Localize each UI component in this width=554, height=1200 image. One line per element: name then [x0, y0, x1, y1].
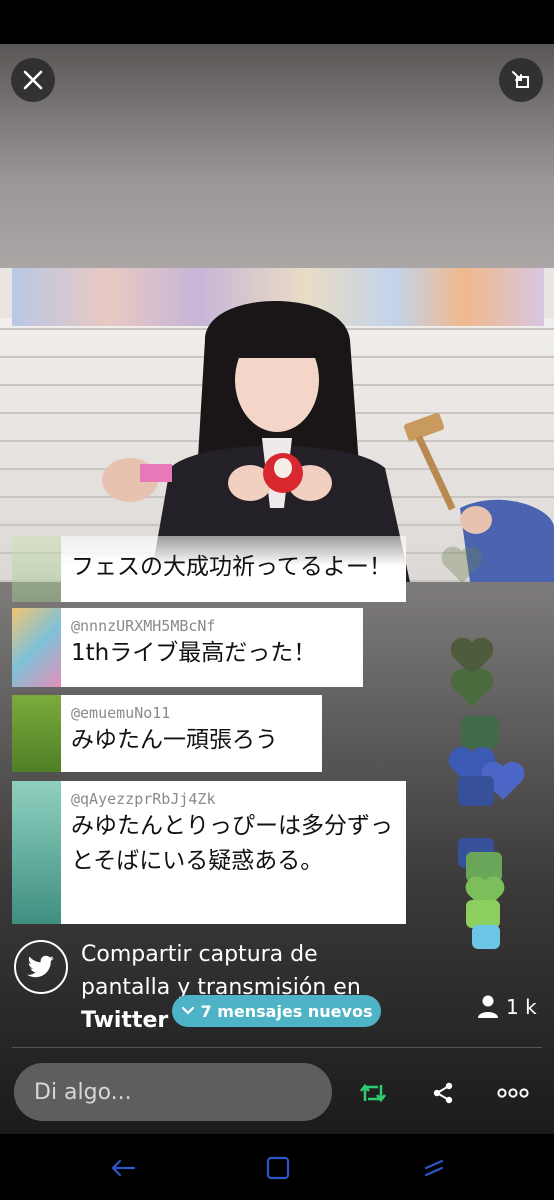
share-button[interactable] [423, 1073, 463, 1113]
chevron-down-icon [181, 1006, 194, 1015]
recent-apps-icon [424, 1159, 444, 1177]
chat-username: @qAyezzprRbJj4Zk [71, 790, 216, 808]
viewer-count: 1 k [478, 991, 537, 1023]
new-messages-label: 7 mensajes nuevos [200, 1001, 373, 1021]
close-button[interactable] [11, 58, 55, 102]
back-icon [111, 1159, 136, 1177]
share-brand: Twitter [81, 1008, 169, 1033]
close-icon [23, 70, 43, 90]
more-button[interactable] [493, 1073, 533, 1113]
camera-icon [466, 900, 500, 928]
viewer-count-label: 1 k [506, 995, 537, 1019]
chat-message-text: みゆたんとりっぴーは多分ずっとそばにいる疑惑ある。 [71, 813, 393, 874]
minimize-icon [512, 71, 529, 88]
heart-icon [450, 668, 494, 707]
chat-message: @emuemuNo11 みゆたん一頑張ろう [12, 695, 322, 772]
chat-message-text: フェスの大成功祈ってるよー！ [71, 554, 392, 580]
comment-input[interactable]: Di algo... [14, 1063, 332, 1121]
chat-message: @nnnzURXMH5MBcNf 1thライブ最高だった！ [12, 608, 363, 687]
home-icon [266, 1156, 290, 1180]
nav-home-button[interactable] [260, 1150, 296, 1186]
camera-icon [458, 776, 494, 806]
video-letterbox-top [0, 44, 554, 270]
minimize-button[interactable] [499, 58, 543, 102]
video-player[interactable] [0, 268, 554, 582]
share-icon [433, 1082, 453, 1104]
heart-icon [441, 546, 483, 583]
chat-message: @qAyezzprRbJj4Zk みゆたんとりっぴーは多分ずっとそばにいる疑惑あ… [12, 781, 406, 924]
twitter-icon [27, 955, 54, 978]
chat-message: フェスの大成功祈ってるよー！ [12, 536, 406, 602]
more-icon [497, 1088, 529, 1098]
comment-input-placeholder: Di algo... [34, 1079, 132, 1105]
chat-username: @emuemuNo11 [71, 704, 171, 722]
video-frame-image [102, 301, 554, 582]
chat-username: @nnnzURXMH5MBcNf [71, 617, 216, 635]
avatar [12, 536, 61, 602]
divider [12, 1047, 542, 1048]
retweet-icon [359, 1083, 387, 1103]
avatar [12, 608, 61, 687]
nav-back-button[interactable] [105, 1150, 141, 1186]
chat-message-text: みゆたん一頑張ろう [71, 727, 278, 753]
camera-icon [461, 716, 499, 748]
avatar [12, 781, 61, 924]
retweet-button[interactable] [353, 1073, 393, 1113]
avatar [12, 695, 61, 772]
chat-message-text: 1thライブ最高だった！ [71, 640, 317, 666]
twitter-button[interactable] [14, 940, 68, 994]
new-messages-button[interactable]: 7 mensajes nuevos [172, 995, 381, 1027]
system-nav-bar [0, 1134, 554, 1200]
nav-recents-button[interactable] [416, 1150, 452, 1186]
status-bar [0, 0, 554, 44]
person-icon [478, 995, 498, 1018]
